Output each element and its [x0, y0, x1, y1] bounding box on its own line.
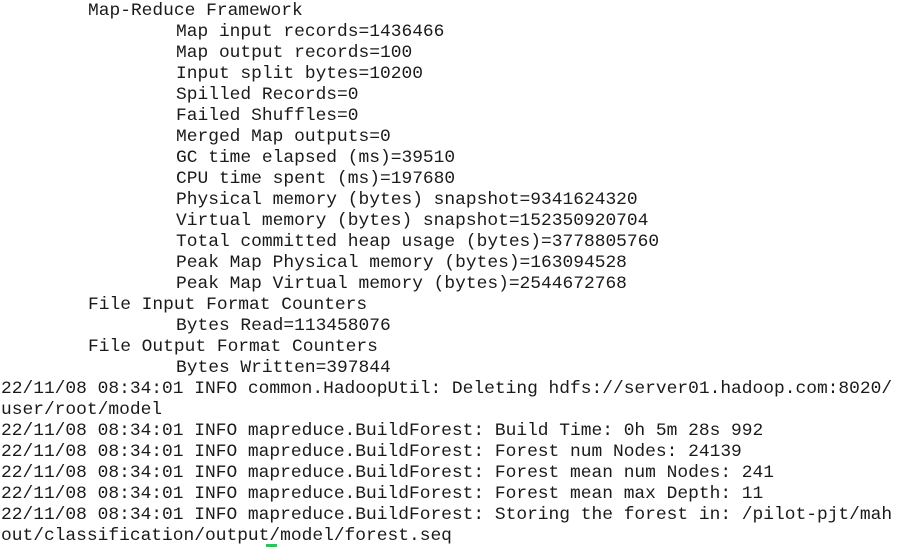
counter-line: GC time elapsed (ms)=39510: [176, 148, 456, 168]
counter-line: Total committed heap usage (bytes)=37788…: [176, 232, 660, 252]
counter-line: Input split bytes=10200: [176, 64, 423, 84]
counter-line: Failed Shuffles=0: [176, 106, 359, 126]
counter-line: Peak Map Physical memory (bytes)=1630945…: [176, 253, 627, 273]
log-line: 22/11/08 08:34:01 INFO common.HadoopUtil…: [1, 379, 893, 399]
log-line: 22/11/08 08:34:01 INFO mapreduce.BuildFo…: [1, 421, 764, 441]
counter-group-heading: File Output Format Counters: [88, 337, 378, 357]
terminal-cursor: [266, 544, 277, 547]
counter-line: Peak Map Virtual memory (bytes)=25446727…: [176, 274, 627, 294]
log-line: 22/11/08 08:34:01 INFO mapreduce.BuildFo…: [1, 442, 742, 462]
counter-group-heading: File Input Format Counters: [88, 295, 368, 315]
counter-line: Merged Map outputs=0: [176, 127, 391, 147]
counter-line: Spilled Records=0: [176, 85, 359, 105]
counter-line: Map input records=1436466: [176, 22, 445, 42]
counter-line: Bytes Written=397844: [176, 358, 391, 378]
log-line: 22/11/08 08:34:01 INFO mapreduce.BuildFo…: [1, 505, 893, 525]
counter-line: Virtual memory (bytes) snapshot=15235092…: [176, 211, 649, 231]
counter-line: Physical memory (bytes) snapshot=9341624…: [176, 190, 638, 210]
log-line-wrap: user/root/model: [1, 400, 163, 420]
counter-group-heading: Map-Reduce Framework: [88, 1, 303, 21]
log-line: 22/11/08 08:34:01 INFO mapreduce.BuildFo…: [1, 463, 775, 483]
log-line-wrap: out/classification/output/model/forest.s…: [1, 526, 452, 546]
terminal-output[interactable]: Map-Reduce Framework Map input records=1…: [0, 0, 919, 548]
counter-line: Map output records=100: [176, 43, 413, 63]
counter-line: Bytes Read=113458076: [176, 316, 391, 336]
log-line: 22/11/08 08:34:01 INFO mapreduce.BuildFo…: [1, 484, 764, 504]
counter-line: CPU time spent (ms)=197680: [176, 169, 456, 189]
